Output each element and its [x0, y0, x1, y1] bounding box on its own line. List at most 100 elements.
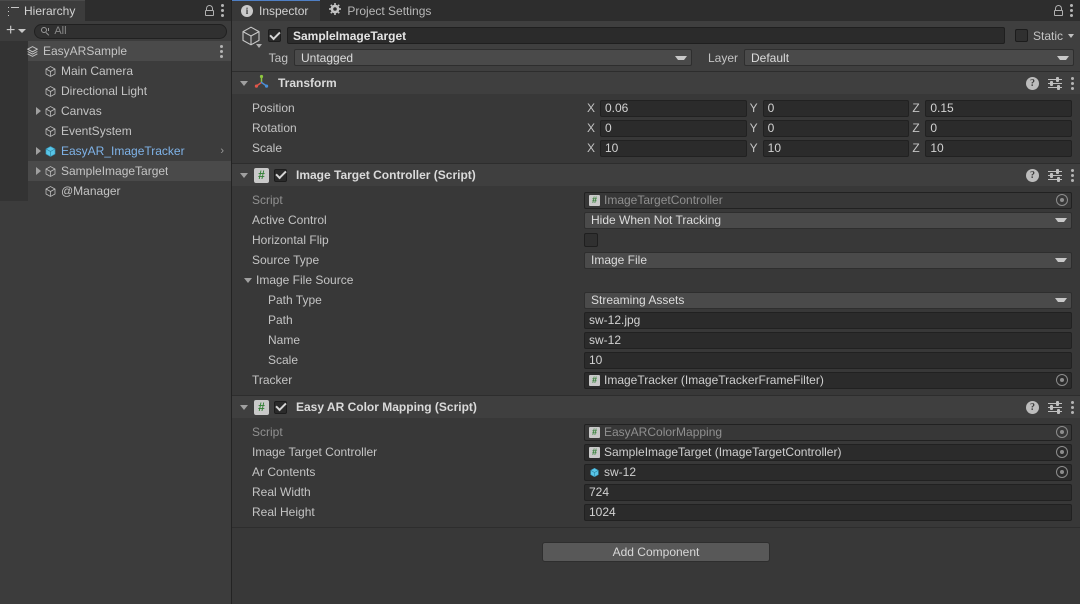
static-dropdown-chevron-icon[interactable] [1068, 33, 1074, 38]
property-row-ar-contents: Ar Contents sw-12 [232, 462, 1080, 482]
foldout-image-file-source[interactable]: Image File Source [232, 273, 584, 287]
gameobject-name-field[interactable]: SampleImageTarget [287, 27, 1005, 44]
twirl-right-icon[interactable] [32, 167, 44, 175]
hierarchy-gutter [0, 141, 28, 161]
component-kebab-menu-icon[interactable] [1071, 168, 1074, 182]
component-header-transform[interactable]: Transform? [232, 72, 1080, 94]
component-enabled-checkbox[interactable] [274, 400, 287, 414]
prefab-open-chevron-icon[interactable]: › [220, 145, 231, 157]
axis-z-input[interactable]: 10 [925, 139, 1073, 157]
hierarchy-item-easyar-imagetracker[interactable]: EasyAR_ImageTracker › [0, 141, 231, 161]
hierarchy-gutter [0, 121, 28, 141]
axis-z: Z 0.15 [909, 99, 1073, 117]
checkbox-horizontal-flip[interactable] [584, 233, 598, 247]
axis-x-label: X [587, 121, 596, 135]
help-icon[interactable]: ? [1026, 168, 1039, 182]
hierarchy-item-directional-light[interactable]: Directional Light [0, 81, 231, 101]
object-field-ar-contents[interactable]: sw-12 [584, 463, 1072, 481]
inspector-lock-open-icon[interactable] [1054, 5, 1063, 16]
tag-dropdown[interactable]: Untagged [294, 49, 692, 66]
hierarchy-tree[interactable]: EasyARSample Main Camera Directional Light… [0, 41, 231, 604]
layer-label: Layer [707, 50, 738, 65]
input-real-width[interactable]: 724 [584, 483, 1072, 501]
axis-x-input[interactable]: 10 [600, 139, 747, 157]
preset-sliders-icon[interactable] [1048, 401, 1062, 414]
help-icon[interactable]: ? [1026, 400, 1039, 414]
preset-sliders-icon[interactable] [1048, 77, 1062, 90]
preset-sliders-icon[interactable] [1048, 169, 1062, 182]
input-real-height[interactable]: 1024 [584, 503, 1072, 521]
hierarchy-item-easyarsample[interactable]: EasyARSample [0, 41, 231, 61]
component-kebab-menu-icon[interactable] [1071, 400, 1074, 414]
object-picker-icon[interactable] [1056, 466, 1068, 478]
component-foldout-icon[interactable] [240, 404, 248, 410]
object-field-script[interactable]: # ImageTargetController [584, 191, 1072, 209]
hierarchy-item-sampleimagetarget[interactable]: SampleImageTarget [0, 161, 231, 181]
dropdown-path-type[interactable]: Streaming Assets [584, 291, 1072, 309]
component-header-image-target-controller[interactable]: # Image Target Controller (Script)? [232, 164, 1080, 186]
layer-dropdown[interactable]: Default [744, 49, 1074, 66]
hierarchy-item-canvas[interactable]: Canvas [0, 101, 231, 121]
create-object-button[interactable]: + [4, 23, 28, 40]
lock-open-icon[interactable] [205, 5, 214, 16]
component-body-easy-ar-color-mapping: Script # EasyARColorMapping Image Target Co… [232, 418, 1080, 527]
component-foldout-icon[interactable] [240, 172, 248, 178]
add-component-button[interactable]: Add Component [542, 542, 770, 562]
input-name[interactable]: sw-12 [584, 331, 1072, 349]
object-picker-icon[interactable] [1056, 426, 1068, 438]
property-label: Image Target Controller [252, 445, 378, 459]
hierarchy-item-main-camera[interactable]: Main Camera [0, 61, 231, 81]
hierarchy-item-manager[interactable]: @Manager [0, 181, 231, 201]
component-easy-ar-color-mapping: # Easy AR Color Mapping (Script)? Script # E… [232, 396, 1080, 528]
property-field: Hide When Not Tracking [584, 211, 1072, 229]
hierarchy-item-eventsystem[interactable]: EventSystem [0, 121, 231, 141]
object-field-tracker[interactable]: # ImageTracker (ImageTrackerFrameFilter) [584, 371, 1072, 389]
object-field-image-target-controller[interactable]: # SampleImageTarget (ImageTargetControlle… [584, 443, 1072, 461]
object-field-script[interactable]: # EasyARColorMapping [584, 423, 1072, 441]
kebab-menu-icon[interactable] [221, 4, 224, 17]
hierarchy-item-label: SampleImageTarget [61, 164, 169, 178]
object-field-value: EasyARColorMapping [604, 425, 723, 439]
object-picker-icon[interactable] [1056, 446, 1068, 458]
static-checkbox[interactable] [1014, 29, 1028, 42]
axis-y-input[interactable]: 0 [762, 99, 910, 117]
twirl-right-icon[interactable] [32, 107, 44, 115]
hierarchy-toolbar: + All [0, 21, 231, 41]
property-row-name: Name sw-12 [232, 330, 1080, 350]
axis-x-input[interactable]: 0 [600, 119, 747, 137]
axis-z-input[interactable]: 0.15 [925, 99, 1073, 117]
object-picker-icon[interactable] [1056, 194, 1068, 206]
axis-y-input[interactable]: 10 [762, 139, 910, 157]
input-path[interactable]: sw-12.jpg [584, 311, 1072, 329]
help-icon[interactable]: ? [1026, 76, 1039, 90]
chevron-down-icon [1055, 298, 1067, 302]
tab-project-settings[interactable]: Project Settings [320, 0, 443, 21]
object-picker-icon[interactable] [1056, 374, 1068, 386]
vector3-field-scale: X 10 Y 10 Z 10 [584, 139, 1073, 157]
axis-y-input[interactable]: 0 [762, 119, 910, 137]
twirl-right-icon[interactable] [32, 147, 44, 155]
tab-hierarchy[interactable]: Hierarchy [0, 0, 86, 21]
axis-y-label: Y [749, 121, 758, 135]
axis-z-input[interactable]: 0 [925, 119, 1073, 137]
layer-value: Default [751, 50, 790, 65]
dropdown-source-type[interactable]: Image File [584, 251, 1072, 269]
search-icon [41, 26, 50, 36]
gameobject-enabled-checkbox[interactable] [268, 29, 281, 42]
component-enabled-checkbox[interactable] [274, 168, 287, 182]
component-kebab-menu-icon[interactable] [1071, 76, 1074, 90]
component-header-easy-ar-color-mapping[interactable]: # Easy AR Color Mapping (Script)? [232, 396, 1080, 418]
scene-kebab-menu-icon[interactable] [220, 44, 223, 58]
inspector-kebab-menu-icon[interactable] [1070, 4, 1073, 17]
tab-inspector[interactable]: i Inspector [232, 0, 321, 21]
property-label: Tracker [252, 373, 293, 387]
axis-y: Y0 [747, 119, 910, 137]
component-foldout-icon[interactable] [240, 80, 248, 86]
hierarchy-search-input[interactable]: All [34, 23, 227, 39]
gear-icon [329, 3, 342, 18]
axis-x-input[interactable]: 0.06 [600, 99, 747, 117]
gameobject-cube-icon [44, 105, 57, 118]
dropdown-active-control[interactable]: Hide When Not Tracking [584, 211, 1072, 229]
input-scale[interactable]: 10 [584, 351, 1072, 369]
component-body-transform: Position X 0.06 Y 0 Z 0.15 Rotation X 0 Y 0 Z 0 Scale X… [232, 94, 1080, 163]
